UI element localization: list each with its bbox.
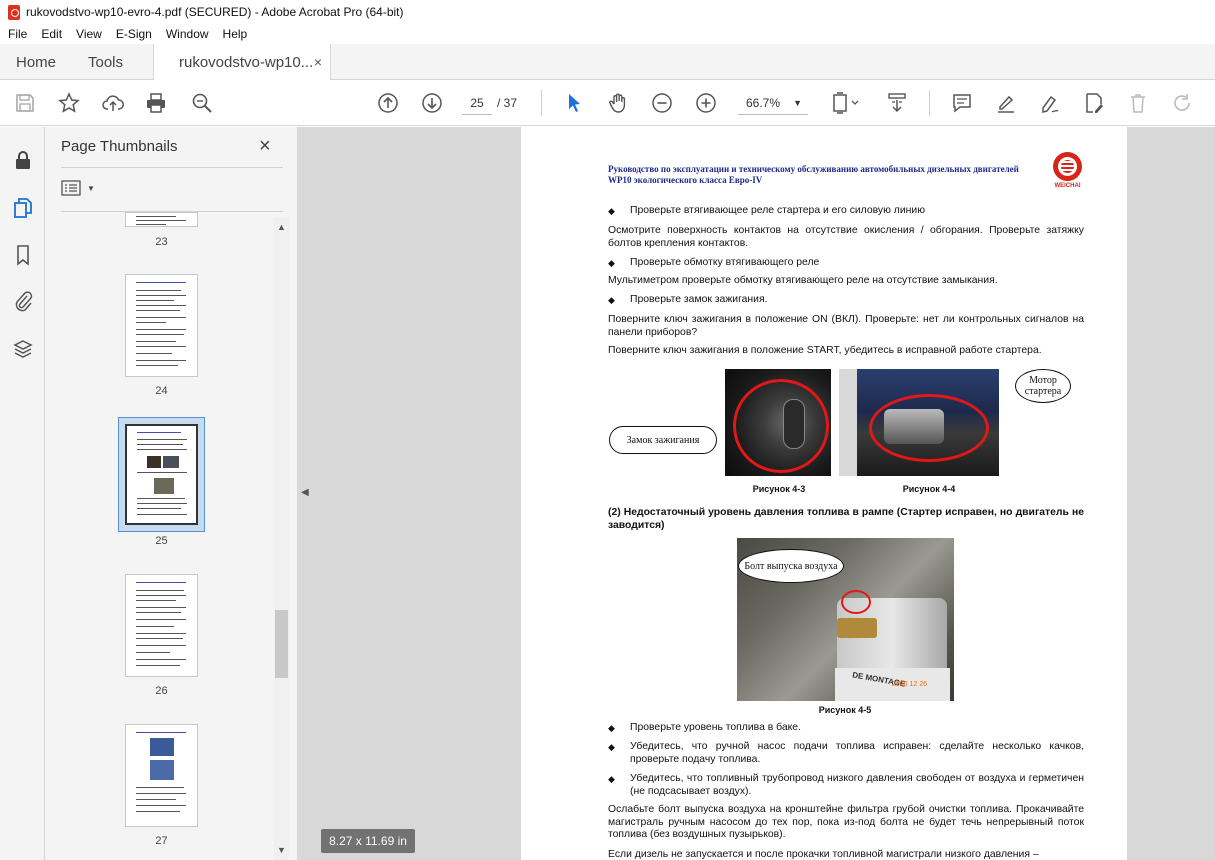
zoom-in-icon[interactable] bbox=[693, 90, 719, 116]
thumbnail-label: 26 bbox=[155, 685, 168, 697]
upload-cloud-icon[interactable] bbox=[100, 90, 126, 116]
page-running-header: Руководство по эксплуатации и техническо… bbox=[608, 164, 1019, 185]
options-list-icon bbox=[61, 180, 81, 196]
zoom-out-icon[interactable] bbox=[649, 90, 675, 116]
section-heading: (2) Недостаточный уровень давления топли… bbox=[608, 507, 1084, 531]
save-icon[interactable] bbox=[12, 90, 38, 116]
paragraph: Осмотрите поверхность контактов на отсут… bbox=[608, 225, 1084, 249]
menu-file[interactable]: File bbox=[8, 27, 27, 41]
thumbnail-page-27[interactable] bbox=[125, 724, 198, 827]
thumbnail-page-23[interactable] bbox=[125, 212, 198, 227]
menu-view[interactable]: View bbox=[76, 27, 102, 41]
weichai-logo: WEICHAI bbox=[1051, 152, 1084, 194]
paragraph: Ослабьте болт выпуска воздуха на кронште… bbox=[608, 804, 1084, 840]
callout-air-bleed-bolt: Болт выпуска воздуха bbox=[738, 549, 844, 583]
close-panel-icon[interactable]: × bbox=[259, 135, 271, 158]
bullet-item: Проверьте уровень топлива в баке. bbox=[608, 722, 1084, 735]
paragraph: Поверните ключ зажигания в положение STA… bbox=[608, 345, 1042, 356]
page-fit-icon[interactable] bbox=[828, 90, 864, 116]
tab-document-label: rukovodstvo-wp10... bbox=[179, 54, 314, 71]
callout-starter: Мотор стартера bbox=[1015, 369, 1071, 403]
thumbnail-scrollbar[interactable]: ▲ ▼ bbox=[274, 217, 289, 860]
page-total: / 37 bbox=[497, 96, 518, 110]
scroll-down-icon[interactable]: ▼ bbox=[277, 845, 286, 855]
bullet-item: Проверьте обмотку втягивающего реле bbox=[608, 257, 1084, 270]
thumbnail-label: 27 bbox=[155, 835, 168, 847]
rotate-icon[interactable] bbox=[1169, 90, 1195, 116]
comment-icon[interactable] bbox=[949, 90, 975, 116]
figure-starter-photo bbox=[839, 369, 999, 476]
document-view[interactable]: ◀ Руководство по эксплуатации и техничес… bbox=[297, 127, 1215, 860]
scrollbar-thumb[interactable] bbox=[275, 610, 288, 678]
callout-ignition: Замок зажигания bbox=[609, 426, 717, 454]
figure-caption: Рисунок 4-4 bbox=[902, 484, 956, 494]
scroll-up-icon[interactable]: ▲ bbox=[277, 222, 286, 232]
lock-icon[interactable] bbox=[10, 147, 36, 173]
bullet-item: Проверьте втягивающее реле стартера и ег… bbox=[608, 205, 1084, 218]
chevron-down-icon: ▼ bbox=[87, 183, 95, 193]
print-icon[interactable] bbox=[143, 90, 169, 116]
bullet-item: Убедитесь, что топливный трубопровод низ… bbox=[608, 773, 1084, 798]
toolbar-divider bbox=[541, 90, 542, 116]
select-cursor-icon[interactable] bbox=[561, 90, 587, 116]
figure-ignition-photo bbox=[725, 369, 831, 476]
pdf-page: Руководство по эксплуатации и техническо… bbox=[521, 127, 1127, 860]
menu-window[interactable]: Window bbox=[166, 27, 209, 41]
paragraph: Если дизель не запускается и после прока… bbox=[608, 849, 1039, 860]
menu-esign[interactable]: E-Sign bbox=[116, 27, 152, 41]
collapse-panel-icon[interactable]: ◀ bbox=[301, 487, 309, 498]
panel-title: Page Thumbnails bbox=[61, 138, 178, 155]
page-thumbnails-panel: Page Thumbnails × ▼ 23 24 25 26 27 ▲ ▼ bbox=[45, 127, 297, 860]
page-thumbnails-icon[interactable] bbox=[10, 195, 36, 221]
hand-tool-icon[interactable] bbox=[605, 90, 631, 116]
chevron-down-icon: ▼ bbox=[793, 98, 802, 108]
thumbnail-label: 25 bbox=[155, 535, 168, 547]
figure-caption: Рисунок 4-5 bbox=[818, 705, 872, 715]
bullet-item: Проверьте замок зажигания. bbox=[608, 294, 1084, 307]
thumbnail-label: 24 bbox=[155, 385, 168, 397]
tab-document[interactable]: rukovodstvo-wp10... × bbox=[153, 44, 331, 81]
menu-edit[interactable]: Edit bbox=[41, 27, 62, 41]
layers-icon[interactable] bbox=[10, 336, 36, 362]
figure-caption: Рисунок 4-3 bbox=[752, 484, 806, 494]
menu-bar: File Edit View E-Sign Window Help bbox=[0, 24, 1215, 44]
bookmark-icon[interactable] bbox=[10, 242, 36, 268]
star-icon[interactable] bbox=[56, 90, 82, 116]
zoom-level-value: 66.7% bbox=[746, 96, 781, 110]
thumbnail-options-button[interactable]: ▼ bbox=[61, 180, 95, 196]
tab-bar: Home Tools rukovodstvo-wp10... × bbox=[0, 44, 1215, 81]
highlight-pen-icon[interactable] bbox=[993, 90, 1019, 116]
thumbnail-label: 23 bbox=[155, 236, 168, 248]
zoom-level-dropdown[interactable]: 66.7% ▼ bbox=[738, 91, 808, 115]
window-title: rukovodstvo-wp10-evro-4.pdf (SECURED) - … bbox=[26, 5, 404, 19]
left-navigation-rail bbox=[0, 127, 45, 860]
bullet-item: Убедитесь, что ручной насос подачи топли… bbox=[608, 741, 1084, 766]
edit-pdf-icon[interactable] bbox=[1081, 90, 1107, 116]
zoom-search-icon[interactable] bbox=[189, 90, 215, 116]
tab-home[interactable]: Home bbox=[16, 44, 56, 80]
close-tab-icon[interactable]: × bbox=[314, 54, 322, 70]
page-size-indicator: 8.27 x 11.69 in bbox=[321, 829, 415, 853]
scroll-mode-icon[interactable] bbox=[884, 90, 910, 116]
title-bar: rukovodstvo-wp10-evro-4.pdf (SECURED) - … bbox=[0, 0, 1215, 24]
main-toolbar: 25 / 37 66.7% ▼ bbox=[0, 80, 1215, 126]
attachment-icon[interactable] bbox=[10, 288, 36, 314]
sign-pen-icon[interactable] bbox=[1037, 90, 1063, 116]
acrobat-pdf-icon bbox=[8, 4, 20, 20]
next-page-icon[interactable] bbox=[419, 90, 445, 116]
previous-page-icon[interactable] bbox=[375, 90, 401, 116]
panel-divider bbox=[61, 167, 283, 168]
paragraph: Поверните ключ зажигания в положение ON … bbox=[608, 314, 1084, 338]
thumbnail-page-24[interactable] bbox=[125, 274, 198, 377]
thumbnail-list: 23 24 25 26 27 bbox=[45, 212, 275, 860]
tab-tools[interactable]: Tools bbox=[88, 44, 123, 80]
delete-icon[interactable] bbox=[1125, 90, 1151, 116]
thumbnail-page-26[interactable] bbox=[125, 574, 198, 677]
paragraph: Мультиметром проверьте обмотку втягивающ… bbox=[608, 275, 998, 286]
thumbnail-page-25[interactable] bbox=[125, 424, 198, 525]
toolbar-divider bbox=[929, 90, 930, 116]
menu-help[interactable]: Help bbox=[223, 27, 248, 41]
page-number-input[interactable]: 25 bbox=[462, 91, 492, 115]
